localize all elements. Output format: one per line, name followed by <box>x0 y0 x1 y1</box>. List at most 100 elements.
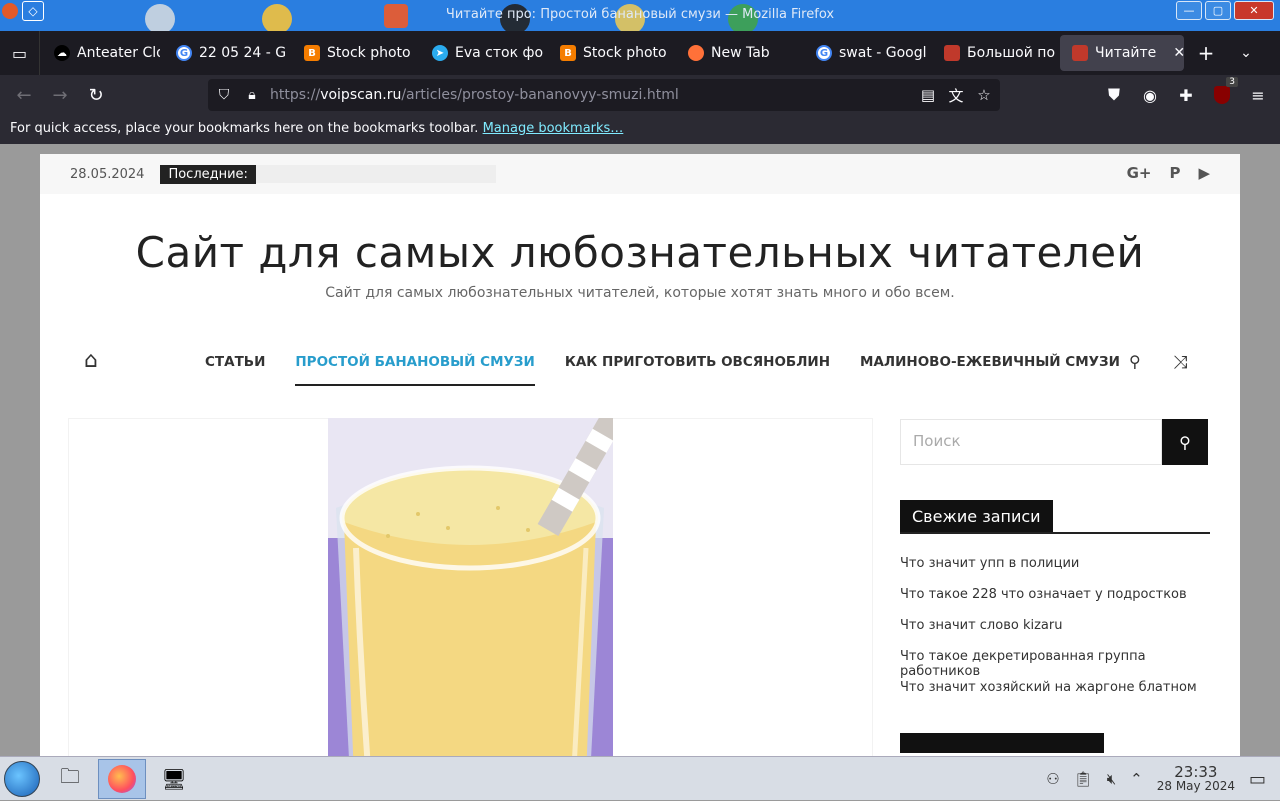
recent-posts-list: Что значит упп в полиции Что такое 228 ч… <box>900 556 1210 711</box>
recent-posts-heading: Свежие записи <box>900 500 1210 534</box>
new-tab-button[interactable]: + <box>1186 41 1226 65</box>
clock[interactable]: 23:33 28 May 2024 <box>1156 763 1235 794</box>
telegram-icon: ➤ <box>432 45 448 61</box>
tab-swat[interactable]: G swat - Googl <box>804 35 928 71</box>
minimize-button[interactable]: — <box>1176 1 1202 20</box>
news-ticker[interactable] <box>255 165 496 183</box>
random-post-icon[interactable]: ⤨ <box>1173 352 1187 373</box>
site-title[interactable]: Сайт для самых любознательных читателей <box>40 228 1240 277</box>
close-tab-icon[interactable]: ✕ <box>1173 45 1184 61</box>
recent-posts-title: Свежие записи <box>900 500 1053 532</box>
url-bar-actions: ▤ 文 ☆ <box>918 79 994 111</box>
hamburger-menu-icon[interactable]: ≡ <box>1244 79 1272 111</box>
translate-icon[interactable]: 文 <box>946 85 966 106</box>
back-button[interactable]: ← <box>6 79 42 111</box>
taskbar: 🗀 🖥︎ ⚇ 📋︎ 🔇︎ ⌃ 23:33 28 May 2024 ▭ <box>0 756 1280 800</box>
tab-anteater[interactable]: ☁ Anteater Clo <box>42 35 160 71</box>
search-icon: ⚲ <box>1179 432 1191 452</box>
tab-stock-photo[interactable]: B Stock photo <box>292 35 416 71</box>
tab-bolshoy[interactable]: Большой по <box>932 35 1056 71</box>
tab-label: Eva сток фо <box>455 45 544 61</box>
extensions-icon[interactable]: ✚ <box>1172 79 1200 111</box>
system-tray: ⚇ 📋︎ 🔇︎ ⌃ 23:33 28 May 2024 ▭ <box>1046 757 1280 801</box>
maximize-button[interactable]: ▢ <box>1205 1 1231 20</box>
tab-label: 22 05 24 - G <box>199 45 287 61</box>
system-settings-icon[interactable]: 🖥︎ <box>150 759 198 799</box>
tab-stock-photo-2[interactable]: B Stock photo <box>548 35 672 71</box>
pocket-icon[interactable]: ⛊ <box>1100 79 1128 111</box>
url-bar[interactable]: ⛉ 🔒︎ https://voipscan.ru/articles/prosto… <box>208 79 1000 111</box>
recent-post-link[interactable]: Что значит упп в полиции <box>900 556 1210 587</box>
google-plus-icon[interactable]: G+ <box>1127 164 1152 182</box>
bookmarks-toolbar: For quick access, place your bookmarks h… <box>0 115 1280 144</box>
ublock-icon[interactable]: 3 <box>1208 77 1238 111</box>
tab-label: swat - Googl <box>839 45 927 61</box>
cloud-icon: ☁ <box>54 45 70 61</box>
main-navigation: ⌂ СТАТЬИ ПРОСТОЙ БАНАНОВЫЙ СМУЗИ КАК ПРИ… <box>40 342 1240 390</box>
reader-view-icon[interactable]: ▤ <box>918 86 938 104</box>
tab-new-tab[interactable]: New Tab <box>676 35 800 71</box>
url-domain: voipscan.ru <box>320 87 402 103</box>
lock-icon[interactable]: 🔒︎ <box>238 87 266 103</box>
tab-label: Anteater Clo <box>77 45 160 61</box>
start-menu-button[interactable] <box>4 761 40 797</box>
manage-bookmarks-link[interactable]: Manage bookmarks… <box>483 121 624 136</box>
page-viewport: 28.05.2024 Последние: G+ P ▶ Сайт для са… <box>0 144 1280 756</box>
window-title: Читайте про: Простой банановый смузи — M… <box>445 7 835 22</box>
tab-current[interactable]: Читайте ✕ <box>1060 35 1184 71</box>
main-menu: СТАТЬИ ПРОСТОЙ БАНАНОВЫЙ СМУЗИ КАК ПРИГО… <box>205 354 1120 386</box>
clock-time: 23:33 <box>1174 763 1218 781</box>
recent-post-link[interactable]: Что такое 228 что означает у подростков <box>900 587 1210 618</box>
tab-label: Читайте <box>1095 45 1157 61</box>
recent-post-link[interactable]: Что значит слово kizaru <box>900 618 1210 649</box>
pinterest-icon[interactable]: P <box>1169 164 1180 182</box>
tab-label: Stock photo <box>327 45 411 61</box>
site-icon <box>944 45 960 61</box>
tab-eva[interactable]: ➤ Eva сток фо <box>420 35 544 71</box>
site-description: Сайт для самых любознательных читателей,… <box>325 285 955 301</box>
menu-item-oat-pancake[interactable]: КАК ПРИГОТОВИТЬ ОВСЯНОБЛИН <box>565 354 830 386</box>
google-icon: G <box>176 45 192 61</box>
ublock-badge: 3 <box>1226 77 1238 87</box>
bookmark-star-icon[interactable]: ☆ <box>974 86 994 104</box>
tabs-menu-chevron-icon[interactable]: ⌄ <box>1226 45 1266 61</box>
firefox-taskbar-icon[interactable] <box>98 759 146 799</box>
site-date: 28.05.2024 <box>70 166 145 182</box>
sidebar: Поиск ⚲ Свежие записи Что значит упп в п… <box>900 419 1210 753</box>
smoothie-illustration <box>328 418 613 756</box>
clock-date: 28 May 2024 <box>1156 779 1235 793</box>
menu-item-banana-smoothie[interactable]: ПРОСТОЙ БАНАНОВЫЙ СМУЗИ <box>295 354 535 386</box>
forward-button[interactable]: → <box>42 79 78 111</box>
site-topbar: 28.05.2024 Последние: G+ P ▶ <box>40 154 1240 194</box>
tab-label: New Tab <box>711 45 770 61</box>
search-submit-button[interactable]: ⚲ <box>1162 419 1208 465</box>
menu-item-articles[interactable]: СТАТЬИ <box>205 354 265 386</box>
clipboard-icon[interactable]: 📋︎ <box>1074 770 1093 788</box>
recent-post-link[interactable]: Что значит хозяйский на жаргоне блатном <box>900 680 1210 711</box>
account-icon[interactable]: ◉ <box>1136 79 1164 111</box>
tray-expand-chevron-icon[interactable]: ⌃ <box>1130 770 1143 788</box>
url-text[interactable]: https://voipscan.ru/articles/prostoy-ban… <box>270 87 679 103</box>
search-icon[interactable]: ⚲ <box>1129 352 1141 371</box>
show-desktop-icon[interactable]: ▭ <box>1249 769 1266 790</box>
shield-icon[interactable]: ⛉ <box>210 87 238 103</box>
site-icon <box>1072 45 1088 61</box>
reload-button[interactable]: ↻ <box>78 79 114 111</box>
close-window-button[interactable]: ✕ <box>1234 1 1274 20</box>
firefox-icon <box>688 45 704 61</box>
blogger-icon: B <box>304 45 320 61</box>
youtube-icon[interactable]: ▶ <box>1198 164 1210 182</box>
home-icon[interactable]: ⌂ <box>84 348 98 373</box>
social-links: G+ P ▶ <box>1127 164 1210 182</box>
volume-muted-icon[interactable]: 🔇︎ <box>1107 770 1116 788</box>
file-manager-icon[interactable]: 🗀 <box>46 759 94 799</box>
tab-google-doc[interactable]: G 22 05 24 - G <box>164 35 288 71</box>
blogger-icon: B <box>560 45 576 61</box>
menu-item-berry-smoothie[interactable]: МАЛИНОВО-ЕЖЕВИЧНЫЙ СМУЗИ <box>860 354 1120 386</box>
search-input[interactable]: Поиск <box>900 419 1162 465</box>
latest-label: Последние: <box>160 164 256 184</box>
tab-label: Stock photo <box>583 45 667 61</box>
list-all-tabs-icon[interactable]: ▭ <box>0 31 40 75</box>
recent-post-link[interactable]: Что такое декретированная группа работни… <box>900 649 1210 680</box>
network-icon[interactable]: ⚇ <box>1046 770 1059 788</box>
